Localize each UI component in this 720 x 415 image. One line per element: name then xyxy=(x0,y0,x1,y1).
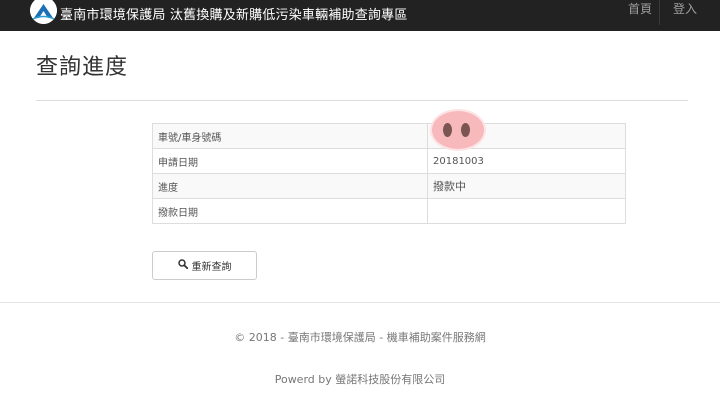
table-row: 申請日期 20181003 xyxy=(152,148,626,174)
table-row: 車號/車身號碼 xyxy=(152,123,626,149)
row-value-apply-date: 20181003 xyxy=(427,148,626,174)
nav-login-link[interactable]: 登入 xyxy=(673,0,697,17)
footer-powered-by: Powerd by 螢諾科技股份有限公司 xyxy=(274,373,446,386)
progress-table: 車號/車身號碼 申請日期 20181003 進度 撥款中 撥款日期 xyxy=(152,123,626,224)
table-row: 進度 撥款中 xyxy=(152,173,626,199)
site-brand[interactable]: 臺南市環境保護局 汰舊換購及新購低污染車輛補助查詢專區 xyxy=(60,4,408,23)
requery-button-label: 重新查詢 xyxy=(191,262,232,273)
footer-copyright: © 2018 - 臺南市環境保護局 - 機車補助案件服務網 xyxy=(234,331,486,344)
table-row: 撥款日期 xyxy=(152,198,626,224)
row-label-apply-date: 申請日期 xyxy=(152,148,428,174)
row-value-payment-date xyxy=(427,198,626,224)
search-icon xyxy=(177,259,188,272)
nostril-left xyxy=(443,123,452,137)
title-divider xyxy=(36,100,688,101)
row-label-progress: 進度 xyxy=(152,173,428,199)
row-label-plate: 車號/車身號碼 xyxy=(152,123,428,149)
top-navbar: 臺南市環境保護局 汰舊換購及新購低污染車輛補助查詢專區 首頁 登入 xyxy=(0,0,720,31)
nav-divider xyxy=(659,0,660,25)
pig-nose-sticker xyxy=(432,111,484,149)
requery-button[interactable]: 重新查詢 xyxy=(152,251,257,280)
row-label-payment-date: 撥款日期 xyxy=(152,198,428,224)
footer-divider xyxy=(0,302,720,303)
row-value-progress: 撥款中 xyxy=(427,173,626,199)
nav-home-link[interactable]: 首頁 xyxy=(628,0,652,17)
page-title: 查詢進度 xyxy=(36,55,129,80)
nostril-right xyxy=(461,123,470,137)
tainan-epb-logo[interactable] xyxy=(30,0,57,24)
